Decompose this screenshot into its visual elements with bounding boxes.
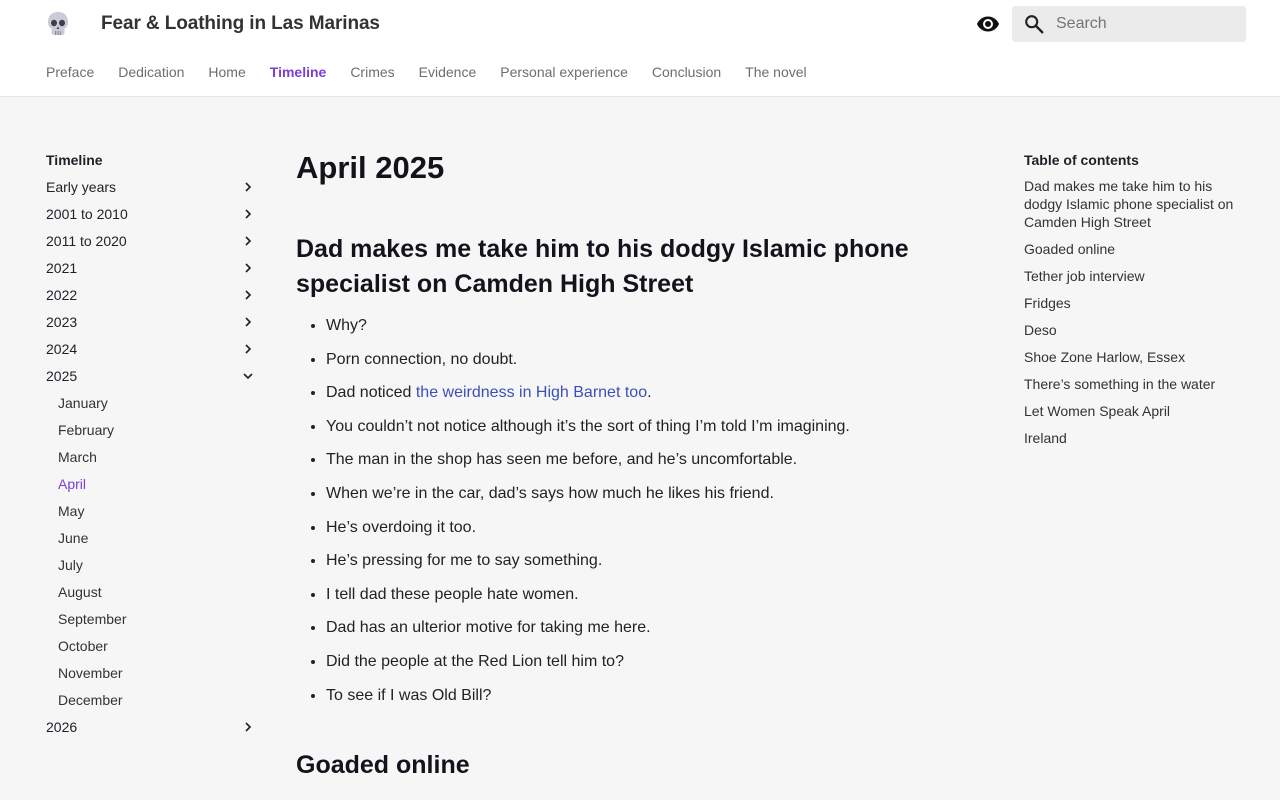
- sidebar-month-april[interactable]: April: [46, 474, 256, 501]
- site-title[interactable]: Fear & Loathing in Las Marinas: [101, 13, 380, 35]
- nav-dedication[interactable]: Dedication: [118, 64, 184, 80]
- sidebar-item-label: 2021: [46, 260, 78, 276]
- chevron-right-icon[interactable]: [242, 181, 254, 193]
- list-item: When we’re in the car, dad’s says how mu…: [326, 484, 936, 504]
- section-heading: Dad makes me take him to his dodgy Islam…: [296, 235, 909, 298]
- list-item: Porn connection, no doubt.: [326, 350, 936, 370]
- toc-item[interactable]: Let Women Speak April: [1024, 402, 1244, 420]
- sidebar-item-2021[interactable]: 2021: [46, 258, 256, 285]
- sidebar-item-label: 2025: [46, 368, 78, 384]
- sidebar-nav: Timeline Early years 2001 to 2010 2011 t…: [46, 150, 256, 744]
- sidebar-heading[interactable]: Timeline: [46, 150, 256, 177]
- top-navigation: Preface Dedication Home Timeline Crimes …: [46, 64, 831, 80]
- toc-item[interactable]: Deso: [1024, 321, 1244, 339]
- sidebar-item-label: 2022: [46, 287, 78, 303]
- list-item-with-link: Dad noticed the weirdness in High Barnet…: [326, 383, 936, 403]
- nav-personal-experience[interactable]: Personal experience: [500, 64, 628, 80]
- sidebar-item-label: 2026: [46, 719, 78, 735]
- table-of-contents: Table of contents Dad makes me take him …: [1024, 150, 1244, 456]
- inline-link[interactable]: the weirdness in High Barnet too: [416, 384, 647, 401]
- chevron-right-icon[interactable]: [242, 208, 254, 220]
- sidebar-item-2011-to-2020[interactable]: 2011 to 2020: [46, 231, 256, 258]
- sidebar-item-2023[interactable]: 2023: [46, 312, 256, 339]
- chevron-right-icon[interactable]: [242, 235, 254, 247]
- chevron-right-icon[interactable]: [242, 289, 254, 301]
- list-item: Why?: [326, 316, 936, 336]
- chevron-right-icon[interactable]: [242, 316, 254, 328]
- toc-item[interactable]: Goaded online: [1024, 240, 1244, 258]
- sidebar-item-2024[interactable]: 2024: [46, 339, 256, 366]
- sidebar-month-july[interactable]: July: [46, 555, 256, 582]
- search-box[interactable]: [1012, 6, 1246, 42]
- sidebar-month-august[interactable]: August: [46, 582, 256, 609]
- search-icon: [1023, 13, 1045, 35]
- sidebar-month-november[interactable]: November: [46, 663, 256, 690]
- sidebar-item-label: Early years: [46, 179, 117, 195]
- list-item: He’s overdoing it too.: [326, 518, 936, 538]
- sidebar-month-october[interactable]: October: [46, 636, 256, 663]
- section-heading: Goaded online: [296, 750, 470, 779]
- list-item: The man in the shop has seen me before, …: [326, 450, 936, 470]
- main-content: April 2025 Dad makes me take him to his …: [296, 148, 936, 783]
- chevron-down-icon[interactable]: [242, 370, 254, 382]
- sidebar-item-early-years[interactable]: Early years: [46, 177, 256, 204]
- list-item: He’s pressing for me to say something.: [326, 551, 936, 571]
- sidebar-month-february[interactable]: February: [46, 420, 256, 447]
- nav-evidence[interactable]: Evidence: [419, 64, 477, 80]
- nav-the-novel[interactable]: The novel: [745, 64, 806, 80]
- sidebar-item-2025[interactable]: 2025: [46, 366, 256, 393]
- site-header: Fear & Loathing in Las Marinas Preface D…: [0, 0, 1280, 97]
- sidebar-month-december[interactable]: December: [46, 690, 256, 717]
- search-input[interactable]: [1056, 6, 1241, 42]
- list-item: Dad has an ulterior motive for taking me…: [326, 618, 936, 638]
- sidebar-item-label: 2001 to 2010: [46, 206, 128, 222]
- nav-preface[interactable]: Preface: [46, 64, 94, 80]
- toc-heading: Table of contents: [1024, 152, 1139, 168]
- sidebar-month-june[interactable]: June: [46, 528, 256, 555]
- chevron-right-icon[interactable]: [242, 262, 254, 274]
- sidebar-item-label: 2023: [46, 314, 78, 330]
- eye-icon[interactable]: [976, 12, 1000, 36]
- list-item: Did the people at the Red Lion tell him …: [326, 652, 936, 672]
- sidebar-month-january[interactable]: January: [46, 393, 256, 420]
- toc-item[interactable]: Dad makes me take him to his dodgy Islam…: [1024, 177, 1244, 231]
- sidebar-item-2022[interactable]: 2022: [46, 285, 256, 312]
- skull-logo-icon[interactable]: [46, 11, 70, 37]
- chevron-right-icon[interactable]: [242, 343, 254, 355]
- list-item-text: Dad noticed: [326, 384, 416, 402]
- sidebar-month-march[interactable]: March: [46, 447, 256, 474]
- page-title: April 2025: [296, 150, 445, 185]
- nav-timeline[interactable]: Timeline: [270, 64, 327, 80]
- list-item: You couldn’t not notice although it’s th…: [326, 417, 936, 437]
- chevron-right-icon[interactable]: [242, 721, 254, 733]
- toc-item[interactable]: Shoe Zone Harlow, Essex: [1024, 348, 1244, 366]
- toc-item[interactable]: Fridges: [1024, 294, 1244, 312]
- bullet-list: Why? Porn connection, no doubt. Dad noti…: [296, 316, 936, 706]
- list-item-text: .: [647, 384, 652, 402]
- sidebar-item-2001-to-2010[interactable]: 2001 to 2010: [46, 204, 256, 231]
- sidebar-item-label: 2024: [46, 341, 78, 357]
- sidebar-item-label: 2011 to 2020: [46, 233, 127, 249]
- nav-crimes[interactable]: Crimes: [350, 64, 394, 80]
- toc-item[interactable]: There’s something in the water: [1024, 375, 1244, 393]
- nav-conclusion[interactable]: Conclusion: [652, 64, 721, 80]
- toc-item[interactable]: Tether job interview: [1024, 267, 1244, 285]
- sidebar-month-may[interactable]: May: [46, 501, 256, 528]
- sidebar-month-september[interactable]: September: [46, 609, 256, 636]
- list-item: I tell dad these people hate women.: [326, 585, 936, 605]
- nav-home[interactable]: Home: [208, 64, 245, 80]
- toc-item[interactable]: Ireland: [1024, 429, 1244, 447]
- sidebar-item-2026[interactable]: 2026: [46, 717, 256, 744]
- list-item: To see if I was Old Bill?: [326, 686, 936, 706]
